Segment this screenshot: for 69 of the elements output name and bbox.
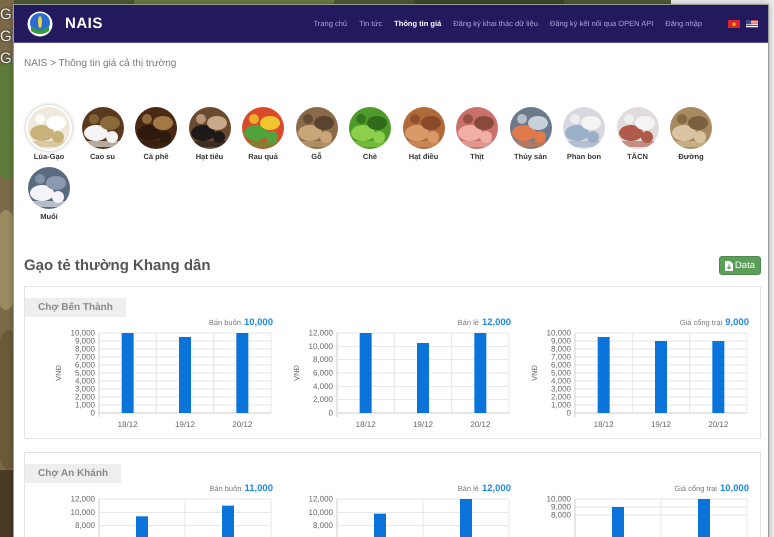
axis-tick-label: 5,000: [550, 368, 571, 378]
price-value: 9,000: [725, 317, 749, 328]
flag-icon[interactable]: [746, 20, 758, 28]
axis-tick-label: 10,000: [70, 328, 95, 338]
axis-tick-label: 8,000: [312, 521, 333, 530]
axis-tick-label: 7,000: [550, 352, 571, 362]
axis-tick-label: 10,000: [546, 328, 571, 338]
axis-tick-label: 6,000: [550, 360, 571, 370]
axis-tick-label: 2,000: [74, 392, 95, 402]
axis-tick-label: 4,000: [312, 382, 333, 391]
axis-tick-label: 10,000: [70, 508, 95, 517]
price-value: 12,000: [482, 317, 511, 328]
axis-tick-label: 12,000: [70, 494, 95, 504]
axis-tick-label: 8,000: [74, 344, 95, 354]
axis-tick-label: 10,000: [546, 494, 571, 504]
price-value: 10,000: [720, 483, 749, 494]
brand-name: NAIS: [65, 15, 103, 32]
axis-tick-label: 3,000: [550, 384, 571, 394]
axis-tick-label: 4,000: [74, 376, 95, 386]
axis-tick-label: 20/12: [470, 420, 490, 429]
axis-tick-label: 1,000: [550, 400, 571, 410]
axis-tick-label: 0: [566, 408, 571, 418]
axis-tick-label: 6,000: [312, 368, 333, 378]
axis-tick-label: 1,000: [74, 400, 95, 410]
axis-tick-label: 18/12: [356, 420, 376, 429]
axis-tick-label: 0: [328, 408, 333, 418]
axis-tick-label: 2,000: [550, 392, 571, 402]
bar: [655, 341, 667, 413]
axis-tick-label: 2,000: [312, 395, 333, 404]
axis-tick-label: 8,000: [550, 510, 571, 520]
axis-tick-label: 19/12: [650, 420, 672, 429]
axis-tick-label: 4,000: [550, 376, 571, 386]
axis-tick-label: 7,000: [74, 352, 95, 362]
axis-tick-label: 6,000: [74, 360, 95, 370]
axis-tick-label: 20/12: [232, 420, 252, 429]
axis-tick-label: 19/12: [174, 420, 196, 429]
axis-tick-label: 18/12: [594, 420, 614, 429]
axis-tick-label: 20/12: [708, 420, 728, 429]
axis-tick-label: 19/12: [412, 420, 434, 429]
axis-tick-label: 10,000: [308, 342, 333, 351]
axis-tick-label: 0: [90, 408, 95, 418]
axis-tick-label: 9,000: [550, 336, 571, 346]
bar: [712, 341, 724, 413]
bar: [222, 506, 234, 537]
bar: [417, 343, 429, 413]
flag-icon[interactable]: [728, 20, 740, 28]
axis-tick-label: 8,000: [550, 344, 571, 354]
logo-icon: [27, 10, 53, 36]
price-value: 10,000: [244, 317, 273, 328]
file-download-icon: [724, 260, 733, 270]
axis-tick-label: 18/12: [118, 420, 138, 429]
axis-tick-label: 8,000: [312, 355, 333, 364]
product-title: Gạo tẻ thường Khang dân: [24, 257, 211, 274]
axis-tick-label: 12,000: [308, 494, 333, 504]
price-value: 12,000: [482, 483, 511, 494]
axis-tick-label: 9,000: [74, 336, 95, 346]
breadcrumb: NAIS > Thông tin giá cả thị trường: [24, 58, 176, 69]
bar: [698, 499, 710, 537]
axis-tick-label: 12,000: [308, 328, 333, 338]
axis-tick-label: 9,000: [550, 502, 571, 512]
bar: [460, 499, 472, 537]
axis-tick-label: 10,000: [308, 508, 333, 517]
axis-tick-label: 5,000: [74, 368, 95, 378]
bar: [374, 514, 386, 537]
bar: [136, 516, 148, 537]
axis-tick-label: 8,000: [74, 521, 95, 530]
bar: [612, 507, 624, 537]
price-value: 11,000: [244, 483, 273, 494]
axis-tick-label: 3,000: [74, 384, 95, 394]
